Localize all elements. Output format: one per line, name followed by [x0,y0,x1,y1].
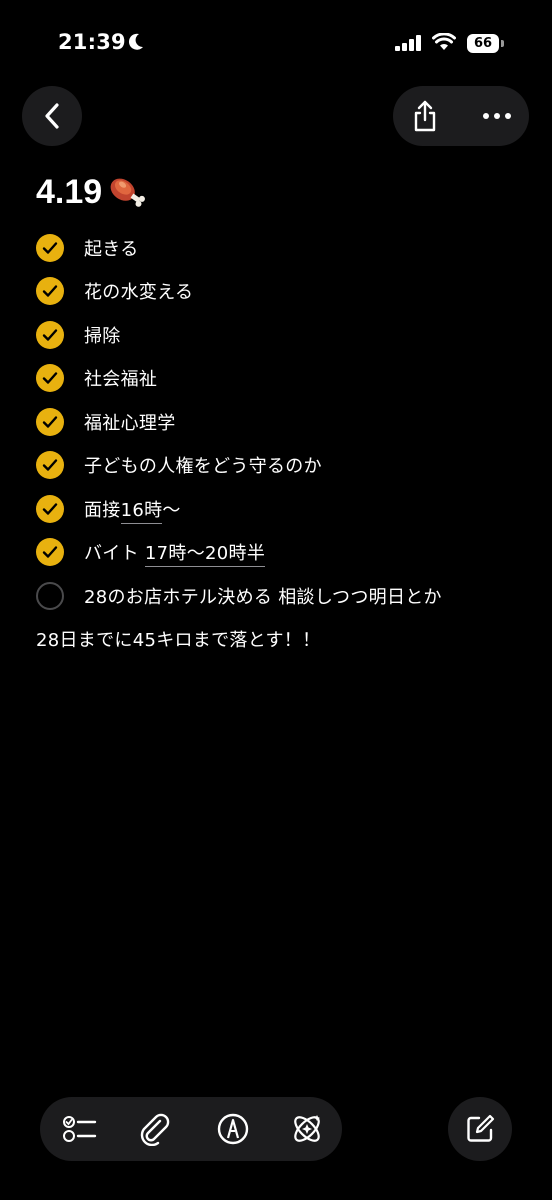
status-bar: 21:39 66 [0,30,552,60]
checkmark-icon [42,285,58,297]
checkbox-checked[interactable] [36,407,64,436]
moon-icon [128,33,143,50]
checkmark-icon [42,503,58,515]
item-text-prefix: 面接 [84,499,121,521]
pen-markup-icon [217,1113,249,1145]
checkbox-checked[interactable] [36,233,64,262]
attachment-button[interactable] [124,1097,184,1161]
meat-on-bone-icon [110,178,146,207]
checklist-item[interactable]: 28のお店ホテル決める 相談しつつ明日とか [36,574,536,618]
checkbox-checked[interactable] [36,364,64,393]
detected-time-link[interactable]: 16時 [120,499,163,524]
checkmark-icon [42,546,58,558]
checklist-item-text[interactable]: バイト 17時〜20時半 [84,539,266,568]
checkbox-checked[interactable] [36,451,64,480]
writing-tools-icon [294,1115,320,1142]
checklist-item[interactable]: 福祉心理学 [36,400,536,444]
cellular-signal-icon [395,35,421,51]
checkbox-checked[interactable] [36,494,64,523]
checkmark-icon [42,372,58,384]
checklist-item-text[interactable]: 花の水変える [84,278,193,304]
checklist-item-text[interactable]: 28のお店ホテル決める 相談しつつ明日とか [84,583,442,609]
more-options-button[interactable] [465,86,529,146]
note-title[interactable]: 4.19 [36,172,146,212]
markup-button[interactable] [203,1097,263,1161]
item-text-prefix: バイト [84,543,145,565]
detected-time-link[interactable]: 17時〜20時半 [144,543,266,568]
new-note-button[interactable] [448,1097,512,1161]
writing-tools-button[interactable] [277,1097,337,1161]
checklist-item-text[interactable]: 福祉心理学 [84,409,176,435]
checklist-item-text[interactable]: 面接16時〜 [84,496,181,524]
checkmark-icon [42,416,58,428]
checklist-item[interactable]: 掃除 [36,313,536,357]
checklist-item[interactable]: 起きる [36,226,536,270]
checkmark-icon [42,329,58,341]
wifi-icon [432,33,456,50]
paperclip-icon [140,1113,170,1146]
checklist: 起きる 花の水変える 掃除 社会福祉 福祉心理学 子どもの人権をどう守るのか 面… [36,226,536,618]
checkbox-checked[interactable] [36,277,64,306]
checkmark-icon [42,459,58,471]
share-button[interactable] [393,86,457,146]
checklist-item[interactable]: 社会福祉 [36,357,536,401]
compose-icon [467,1114,495,1142]
note-title-text: 4.19 [36,172,103,211]
bottom-toolbar [40,1097,342,1161]
checkbox-checked[interactable] [36,320,64,349]
checklist-item-text[interactable]: 掃除 [84,322,121,348]
checkmark-icon [42,242,58,254]
battery-indicator: 66 [467,34,499,53]
checklist-item-text[interactable]: 子どもの人権をどう守るのか [84,452,322,478]
checklist-item[interactable]: バイト 17時〜20時半 [36,531,536,575]
checklist-icon [63,1116,97,1142]
checklist-item-text[interactable]: 社会福祉 [84,365,157,391]
note-actions-group [393,86,529,146]
checkbox-unchecked[interactable] [36,581,64,610]
checklist-item[interactable]: 花の水変える [36,270,536,314]
item-text-suffix: 〜 [162,499,181,521]
checklist-item[interactable]: 子どもの人権をどう守るのか [36,444,536,488]
ellipsis-icon [483,113,511,119]
share-icon [414,100,436,132]
chevron-left-icon [45,103,59,129]
checklist-item[interactable]: 面接16時〜 [36,487,536,531]
note-body-text[interactable]: 28日までに45キロまで落とす！！ [36,626,320,652]
battery-nub [501,40,504,47]
checklist-item-text[interactable]: 起きる [84,235,139,261]
status-time: 21:39 [58,30,126,54]
back-button[interactable] [22,86,82,146]
checklist-button[interactable] [50,1097,110,1161]
checkbox-checked[interactable] [36,538,64,567]
